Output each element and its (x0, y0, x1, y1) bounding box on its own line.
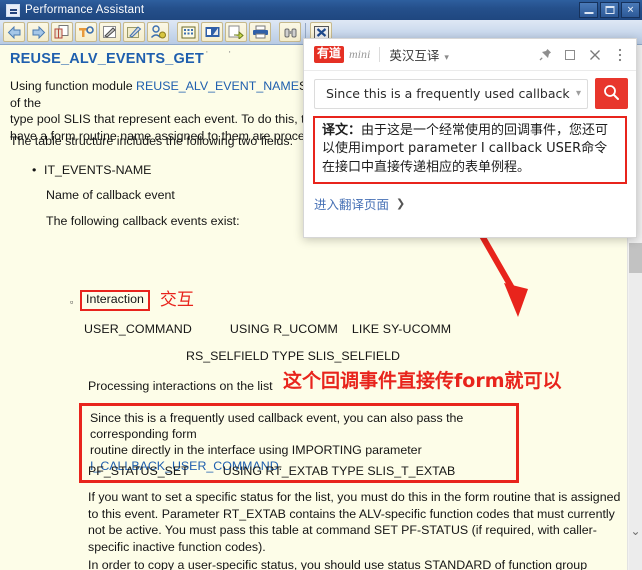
search-input-wrapper[interactable]: ▾ (314, 78, 588, 109)
interaction-highlight: Interaction (80, 290, 150, 311)
person-note-icon (150, 25, 166, 39)
pin-icon[interactable] (538, 48, 552, 62)
window-controls: ✕ (579, 2, 640, 18)
open-translation-page-label: 进入翻译页面 (314, 197, 390, 213)
export-button[interactable] (225, 22, 247, 42)
translate-mode-selector[interactable]: 英汉互译 ▾ (389, 45, 449, 64)
search-icon (603, 84, 620, 104)
restore-window-icon[interactable] (563, 48, 577, 62)
personal-note-button[interactable] (147, 22, 169, 42)
callback-line1: Since this is a frequently used callback… (90, 411, 464, 442)
header-divider (379, 47, 381, 62)
close-x-icon (313, 25, 329, 39)
pencil-icon (102, 25, 118, 39)
youdao-mini-label: mini (349, 47, 371, 61)
left-arrow-icon (7, 25, 22, 39)
search-button[interactable] (595, 78, 628, 109)
like-sy-ucomm: LIKE SY-UCOMM (351, 322, 452, 336)
youdao-header-actions (538, 48, 630, 62)
close-button[interactable]: ✕ (621, 2, 640, 18)
pf-status-using: USING RT_EXTAB TYPE SLIS_T_EXTAB (222, 464, 456, 478)
user-command-label: USER_COMMAND (84, 322, 192, 336)
close-icon[interactable] (588, 48, 602, 62)
scroll-down-arrow-icon[interactable]: ⌄ (628, 522, 642, 540)
youdao-mini-popup[interactable]: 有道 mini 英汉互译 ▾ ▾ (303, 38, 637, 238)
glossary-button[interactable] (177, 22, 199, 42)
youdao-result-wrapper: 译文：由于这是一个经常使用的回调事件，您还可以使用import paramete… (304, 115, 636, 185)
interaction-row: Interaction 交互 (80, 290, 194, 311)
youdao-logo: 有道 (314, 46, 345, 63)
binoculars-icon (283, 26, 298, 39)
right-arrow-icon (31, 25, 46, 39)
translation-text: 由于这是一个经常使用的回调事件，您还可以使用import parameter I… (322, 123, 609, 175)
translation-prefix: 译文： (322, 123, 362, 138)
window-title: Performance Assistant (25, 4, 145, 16)
pf-status-row: PF_STATUS_SET USING RT_EXTAB TYPE SLIS_T_… (88, 463, 455, 480)
bullet-dot-icon: • (32, 163, 37, 177)
youdao-search-row: ▾ (304, 71, 636, 115)
wrench-icon (78, 25, 94, 39)
open-translation-page-link[interactable]: 进入翻译页面 ❯ (304, 184, 405, 213)
window-title-bar: Performance Assistant ✕ (0, 0, 642, 20)
translation-result: 译文：由于这是一个经常使用的回调事件，您还可以使用import paramete… (313, 116, 627, 185)
pf-status-label: PF_STATUS_SET (88, 464, 189, 478)
chevron-right-icon: ❯ (396, 197, 406, 211)
translate-mode-label: 英汉互译 (389, 48, 440, 63)
list-item-label: IT_EVENTS-NAME (44, 163, 152, 177)
building-icon (181, 26, 196, 39)
intro-text-a: Using function module (10, 79, 137, 93)
chart-icon (205, 26, 220, 39)
using-r-ucomm: USING R_UCOMM (229, 322, 338, 336)
maximize-button[interactable] (600, 2, 619, 18)
pencil-edit-icon (126, 25, 142, 39)
edit-note-button[interactable] (123, 22, 145, 42)
list-item: • IT_EVENTS-NAME (32, 162, 151, 179)
sub-bullet-dot-icon: ▫ (70, 297, 74, 307)
search-input[interactable] (324, 85, 573, 102)
input-chevron-down-icon[interactable]: ▾ (573, 88, 581, 99)
minimize-button[interactable] (579, 2, 598, 18)
book-document-icon (54, 25, 70, 39)
red-annotation-cn: 这个回调事件直接传form就可以 (283, 370, 562, 392)
forward-button[interactable] (27, 22, 49, 42)
open-document-button[interactable] (51, 22, 73, 42)
chevron-down-icon: ▾ (444, 53, 449, 63)
rs-selfield-row: RS_SELFIELD TYPE SLIS_SELFIELD (186, 349, 400, 363)
document-arrow-icon (6, 3, 20, 17)
note-button[interactable] (99, 22, 121, 42)
printer-icon (252, 25, 269, 39)
print-button[interactable] (249, 22, 271, 42)
callback-events-text: The following callback events exist: (46, 214, 240, 228)
interaction-annotation-cn: 交互 (159, 289, 194, 310)
performance-assistant-window: Performance Assistant ✕ · · REUSE_ALV_EV… (0, 0, 642, 570)
function-module-link[interactable]: REUSE_ALV_EVENT_NAME (136, 79, 299, 93)
application-help-button[interactable] (201, 22, 223, 42)
back-button[interactable] (3, 22, 25, 42)
page-title: REUSE_ALV_EVENTS_GET (10, 51, 204, 67)
callback-line2: routine directly in the interface using … (90, 443, 422, 458)
scrollbar-thumb[interactable] (629, 243, 642, 273)
processing-text: Processing interactions on the list (88, 379, 273, 393)
technical-info-button[interactable] (75, 22, 97, 42)
more-vertical-icon[interactable] (613, 48, 627, 62)
copy-status-description: In order to copy a user-specific status,… (88, 558, 588, 570)
user-command-row: USER_COMMAND USING R_UCOMM LIKE SY-UCOMM (84, 321, 451, 338)
youdao-header: 有道 mini 英汉互译 ▾ (304, 39, 636, 71)
find-button[interactable] (279, 22, 301, 42)
pf-status-description: If you want to set a specific status for… (88, 490, 621, 554)
callback-name-text: Name of callback event (46, 188, 175, 202)
export-arrow-icon (228, 25, 244, 39)
